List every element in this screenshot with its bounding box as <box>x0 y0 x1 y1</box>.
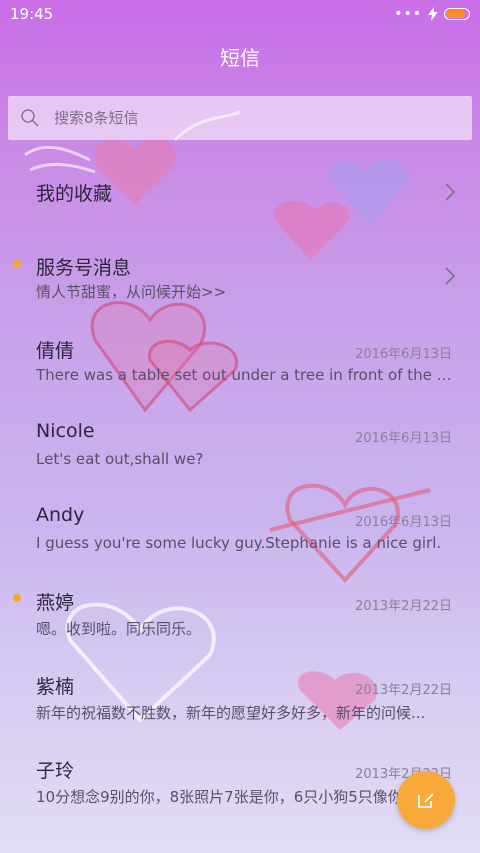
favorites-label: 我的收藏 <box>36 183 113 205</box>
status-bar: 19:45 ••• <box>0 0 480 28</box>
contact-name: Nicole <box>36 420 95 442</box>
conversation-row[interactable]: 燕婷 2013年2月22日嗯。收到啦。同乐同乐。 <box>0 570 480 654</box>
search-input[interactable] <box>52 108 436 128</box>
message-date: 2013年2月22日 <box>355 683 452 698</box>
message-preview: There was a table set out under a tree i… <box>36 366 452 384</box>
contact-name: 倩倩 <box>36 340 75 362</box>
message-preview: 新年的祝福数不胜数，新年的愿望好多好多，新年的问候... <box>36 704 426 722</box>
unread-dot <box>13 594 21 602</box>
compose-icon <box>418 793 434 808</box>
contact-name: 紫楠 <box>36 676 75 698</box>
lightning-icon <box>428 7 438 21</box>
compose-button[interactable] <box>397 771 455 829</box>
message-preview: Let's eat out,shall we? <box>36 450 204 468</box>
message-date: 2016年6月13日 <box>355 515 452 530</box>
chevron-right-icon <box>445 183 456 201</box>
page-title: 短信 <box>220 46 260 70</box>
conversation-row[interactable]: Andy 2016年6月13日 I guess you're some lucky … <box>0 486 480 570</box>
search-icon <box>21 109 39 127</box>
message-date: 2013年2月22日 <box>355 599 452 614</box>
battery-icon <box>444 8 470 20</box>
favorites-row[interactable]: 我的收藏 <box>0 150 480 234</box>
unread-dot <box>13 260 21 268</box>
battery-fill <box>446 10 465 18</box>
conversation-row[interactable]: Nicole 2016年6月13日 Let's eat out,shall we? <box>0 402 480 486</box>
contact-name: Andy <box>36 504 85 526</box>
contact-name: 子玲 <box>36 760 75 782</box>
notification-dots: ••• <box>394 6 422 22</box>
message-preview: I guess you're some lucky guy.Stephanie … <box>36 534 442 552</box>
message-preview: 嗯。收到啦。同乐同乐。 <box>36 620 202 638</box>
search-bar[interactable] <box>8 96 472 140</box>
message-date: 2016年6月13日 <box>355 431 452 446</box>
chevron-right-icon <box>445 267 456 285</box>
contact-name: 燕婷 <box>36 592 75 614</box>
service-messages-row[interactable]: 服务号消息 情人节甜蜜，从问候开始>> <box>0 234 480 318</box>
service-preview: 情人节甜蜜，从问候开始>> <box>36 283 227 301</box>
message-date: 2016年6月13日 <box>355 347 452 362</box>
service-label: 服务号消息 <box>36 257 132 279</box>
conversation-row[interactable]: 倩倩 2016年6月13日 There was a table set out un… <box>0 318 480 402</box>
conversation-row[interactable]: 紫楠 2013年2月22日新年的祝福数不胜数，新年的愿望好多好多，新年的问候... <box>0 654 480 738</box>
status-time: 19:45 <box>10 5 54 23</box>
message-preview: 10分想念9别的你，8张照片7张是你，6只小狗5只像你... <box>36 788 418 806</box>
